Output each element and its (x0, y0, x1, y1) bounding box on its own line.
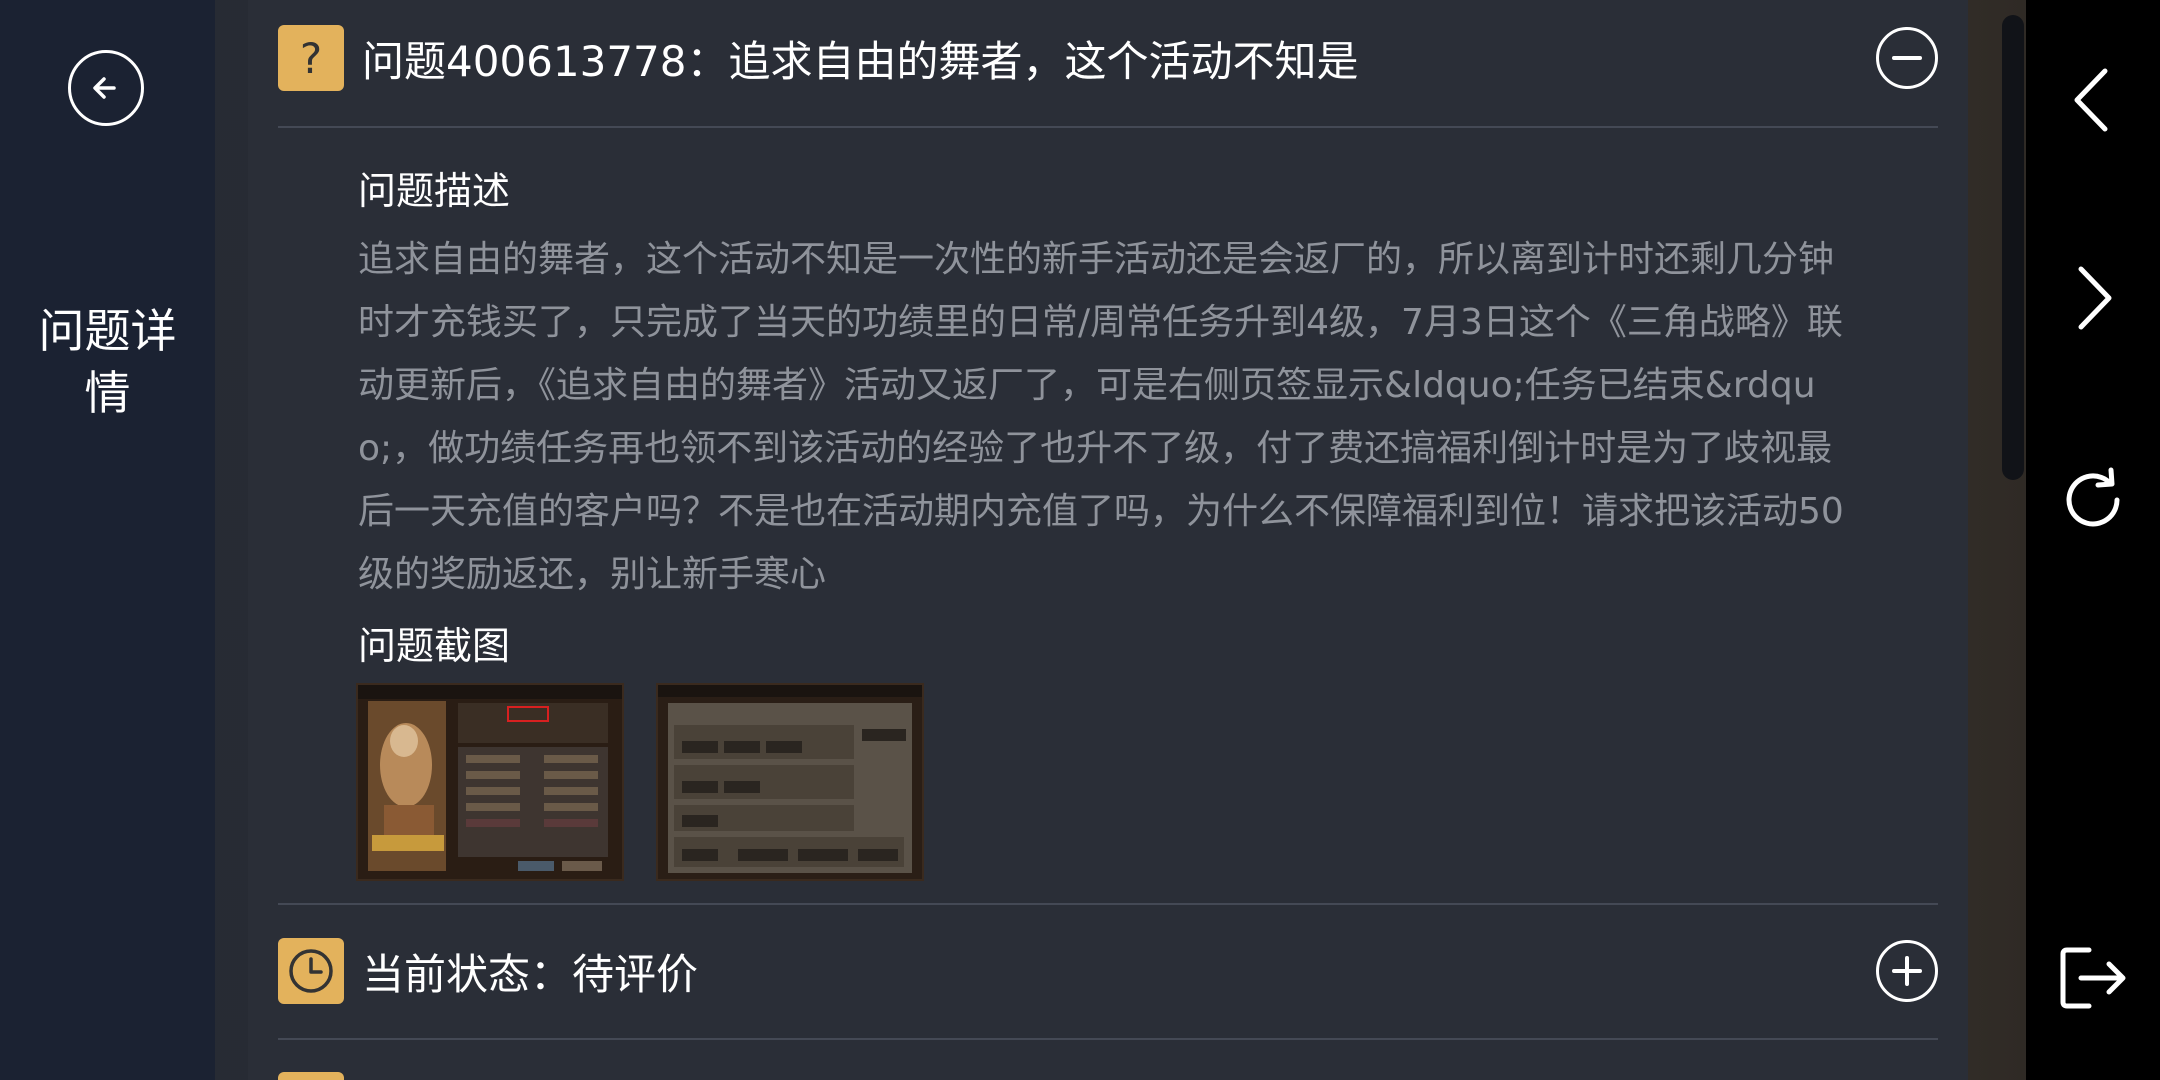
chevron-left-icon (2074, 68, 2108, 132)
nav-forward-button[interactable] (2053, 258, 2133, 338)
question-mark-icon: ? (300, 34, 322, 83)
right-nav-bar (2026, 0, 2160, 1080)
screenshot-thumbnail[interactable] (356, 683, 624, 881)
exit-button[interactable] (2053, 938, 2133, 1018)
divider (278, 1038, 1938, 1040)
refresh-icon (2066, 467, 2120, 527)
page-title: 问题详情 (38, 304, 177, 420)
status-badge (278, 938, 344, 1004)
expand-button[interactable] (1876, 940, 1938, 1002)
description-label: 问题描述 (358, 169, 511, 213)
left-sidebar: 问题详情 (0, 0, 215, 1080)
question-badge: ? (278, 25, 344, 91)
divider (278, 903, 1938, 905)
divider (278, 126, 1938, 128)
question-header: ? 问题400613778：追求自由的舞者，这个活动不知是 (278, 25, 1938, 91)
description-text: 追求自由的舞者，这个活动不知是一次性的新手活动还是会返厂的，所以离到计时还剩几分… (358, 239, 1844, 595)
game-screenshot-image (358, 685, 622, 879)
scrollbar[interactable] (2002, 15, 2024, 480)
game-screenshot-image (658, 685, 922, 879)
screenshot-label: 问题截图 (358, 624, 511, 668)
next-section-badge (278, 1072, 344, 1080)
svg-text:?: ? (300, 34, 322, 83)
nav-back-button[interactable] (2053, 60, 2133, 140)
question-title: 问题400613778：追求自由的舞者，这个活动不知是 (362, 36, 1359, 86)
chevron-right-icon (2078, 266, 2112, 330)
question-detail-panel: ? 问题400613778：追求自由的舞者，这个活动不知是 问题描述 追求自由的… (248, 0, 1968, 1080)
clock-icon (289, 949, 333, 993)
arrow-left-icon (93, 77, 116, 99)
app-root: 问题详情 ? 问题400613778：追求自由的舞者，这个活动不知是 问题描述 … (0, 0, 2160, 1080)
status-label: 当前状态：待评价 (362, 949, 699, 999)
collapse-button[interactable] (1876, 27, 1938, 89)
screenshot-thumbnail[interactable] (656, 683, 924, 881)
status-header: 当前状态：待评价 (278, 938, 1938, 1004)
exit-icon (2060, 947, 2126, 1009)
plus-icon (1892, 956, 1922, 986)
back-button[interactable] (68, 50, 144, 126)
minus-icon (1892, 56, 1922, 60)
refresh-button[interactable] (2053, 460, 2133, 540)
